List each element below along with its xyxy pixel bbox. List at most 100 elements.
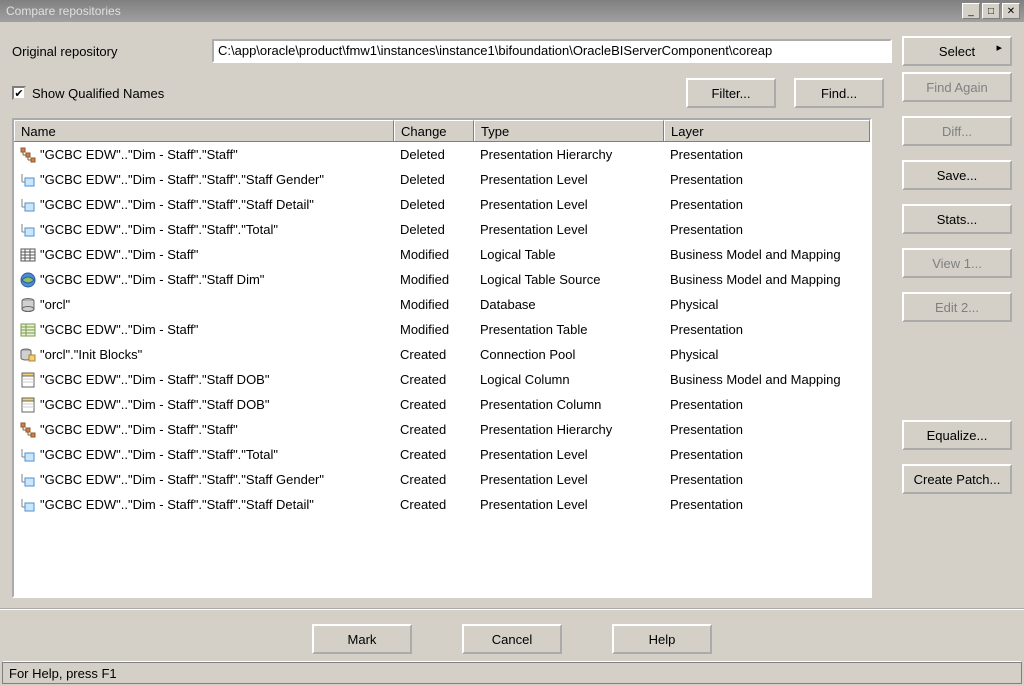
table-row[interactable]: "GCBC EDW".."Dim - Staff"ModifiedPresent… bbox=[14, 317, 870, 342]
row-name: "GCBC EDW".."Dim - Staff" bbox=[40, 247, 198, 262]
row-change: Modified bbox=[394, 272, 474, 287]
mark-button[interactable]: Mark bbox=[312, 624, 412, 654]
original-repository-label: Original repository bbox=[12, 44, 202, 59]
cancel-button[interactable]: Cancel bbox=[462, 624, 562, 654]
row-change: Deleted bbox=[394, 222, 474, 237]
row-change: Deleted bbox=[394, 147, 474, 162]
row-name: "orcl" bbox=[40, 297, 70, 312]
save-button[interactable]: Save... bbox=[902, 160, 1012, 190]
row-layer: Presentation bbox=[664, 322, 870, 337]
row-name: "GCBC EDW".."Dim - Staff"."Staff"."Staff… bbox=[40, 497, 314, 512]
row-change: Created bbox=[394, 422, 474, 437]
row-layer: Business Model and Mapping bbox=[664, 272, 870, 287]
level-icon bbox=[20, 222, 36, 238]
row-name: "GCBC EDW".."Dim - Staff" bbox=[40, 322, 198, 337]
row-type: Presentation Level bbox=[474, 197, 664, 212]
level-icon bbox=[20, 472, 36, 488]
table-row[interactable]: "GCBC EDW".."Dim - Staff"."Staff"."Staff… bbox=[14, 192, 870, 217]
table-row[interactable]: "GCBC EDW".."Dim - Staff"."Staff"."Total… bbox=[14, 217, 870, 242]
row-type: Presentation Level bbox=[474, 472, 664, 487]
maximize-button[interactable]: □ bbox=[982, 3, 1000, 19]
hierarchy-icon bbox=[20, 147, 36, 163]
view1-button: View 1... bbox=[902, 248, 1012, 278]
table-row[interactable]: "orcl"ModifiedDatabasePhysical bbox=[14, 292, 870, 317]
minimize-button[interactable]: _ bbox=[962, 3, 980, 19]
row-layer: Presentation bbox=[664, 472, 870, 487]
row-layer: Business Model and Mapping bbox=[664, 247, 870, 262]
level-icon bbox=[20, 447, 36, 463]
row-type: Logical Column bbox=[474, 372, 664, 387]
grid-body[interactable]: "GCBC EDW".."Dim - Staff"."Staff" Deleted… bbox=[14, 142, 870, 596]
original-repository-path[interactable]: C:\app\oracle\product\fmw1\instances\ins… bbox=[212, 39, 892, 63]
table-row[interactable]: "GCBC EDW".."Dim - Staff"."Staff"."Staff… bbox=[14, 492, 870, 517]
table-row[interactable]: "GCBC EDW".."Dim - Staff"."Staff" Deleted… bbox=[14, 142, 870, 167]
hierarchy-icon bbox=[20, 422, 36, 438]
table-row[interactable]: "GCBC EDW".."Dim - Staff"."Staff DOB"Cre… bbox=[14, 392, 870, 417]
row-layer: Presentation bbox=[664, 222, 870, 237]
select-button[interactable]: Select bbox=[902, 36, 1012, 66]
titlebar: Compare repositories _ □ ✕ bbox=[0, 0, 1024, 22]
help-button[interactable]: Help bbox=[612, 624, 712, 654]
row-change: Created bbox=[394, 497, 474, 512]
row-type: Presentation Column bbox=[474, 397, 664, 412]
row-change: Created bbox=[394, 472, 474, 487]
status-bar: For Help, press F1 bbox=[2, 662, 1022, 684]
row-change: Deleted bbox=[394, 172, 474, 187]
table-row[interactable]: "GCBC EDW".."Dim - Staff"."Staff"."Staff… bbox=[14, 167, 870, 192]
row-layer: Presentation bbox=[664, 197, 870, 212]
row-name: "GCBC EDW".."Dim - Staff"."Staff" bbox=[40, 147, 238, 162]
filter-button[interactable]: Filter... bbox=[686, 78, 776, 108]
row-type: Presentation Level bbox=[474, 447, 664, 462]
row-layer: Presentation bbox=[664, 447, 870, 462]
row-layer: Physical bbox=[664, 347, 870, 362]
row-type: Presentation Level bbox=[474, 172, 664, 187]
column-header-change[interactable]: Change bbox=[394, 120, 474, 141]
ptable-icon bbox=[20, 322, 36, 338]
pool-icon bbox=[20, 347, 36, 363]
column-header-type[interactable]: Type bbox=[474, 120, 664, 141]
source-icon bbox=[20, 272, 36, 288]
table-row[interactable]: "orcl"."Init Blocks"CreatedConnection Po… bbox=[14, 342, 870, 367]
row-name: "orcl"."Init Blocks" bbox=[40, 347, 142, 362]
dialog-buttons: Mark Cancel Help bbox=[0, 608, 1024, 658]
grid-header: Name Change Type Layer bbox=[14, 120, 870, 142]
table-row[interactable]: "GCBC EDW".."Dim - Staff"."Staff DOB" Cre… bbox=[14, 367, 870, 392]
edit2-button: Edit 2... bbox=[902, 292, 1012, 322]
row-change: Created bbox=[394, 372, 474, 387]
diff-button: Diff... bbox=[902, 116, 1012, 146]
row-name: "GCBC EDW".."Dim - Staff"."Staff DOB" bbox=[40, 372, 269, 387]
results-grid: Name Change Type Layer "GCBC EDW".."Dim … bbox=[12, 118, 872, 598]
equalize-button[interactable]: Equalize... bbox=[902, 420, 1012, 450]
row-type: Presentation Level bbox=[474, 497, 664, 512]
row-type: Database bbox=[474, 297, 664, 312]
column-icon bbox=[20, 397, 36, 413]
table-row[interactable]: "GCBC EDW".."Dim - Staff"."Staff"."Staff… bbox=[14, 467, 870, 492]
create-patch-button[interactable]: Create Patch... bbox=[902, 464, 1012, 494]
row-change: Created bbox=[394, 397, 474, 412]
row-type: Presentation Level bbox=[474, 222, 664, 237]
column-header-layer[interactable]: Layer bbox=[664, 120, 870, 141]
row-change: Modified bbox=[394, 247, 474, 262]
table-row[interactable]: "GCBC EDW".."Dim - Staff"."Staff Dim"Mod… bbox=[14, 267, 870, 292]
row-name: "GCBC EDW".."Dim - Staff"."Staff"."Total… bbox=[40, 222, 278, 237]
table-row[interactable]: "GCBC EDW".."Dim - Staff"ModifiedLogical… bbox=[14, 242, 870, 267]
close-button[interactable]: ✕ bbox=[1002, 3, 1020, 19]
row-name: "GCBC EDW".."Dim - Staff"."Staff"."Staff… bbox=[40, 197, 314, 212]
row-layer: Business Model and Mapping bbox=[664, 372, 870, 387]
level-icon bbox=[20, 197, 36, 213]
level-icon bbox=[20, 172, 36, 188]
find-button[interactable]: Find... bbox=[794, 78, 884, 108]
row-name: "GCBC EDW".."Dim - Staff"."Staff"."Total… bbox=[40, 447, 278, 462]
row-change: Modified bbox=[394, 297, 474, 312]
database-icon bbox=[20, 297, 36, 313]
row-type: Presentation Hierarchy bbox=[474, 147, 664, 162]
show-qualified-checkbox[interactable]: ✔ bbox=[12, 86, 26, 100]
row-type: Presentation Table bbox=[474, 322, 664, 337]
column-icon bbox=[20, 372, 36, 388]
stats-button[interactable]: Stats... bbox=[902, 204, 1012, 234]
find-again-button: Find Again bbox=[902, 72, 1012, 102]
table-row[interactable]: "GCBC EDW".."Dim - Staff"."Staff"."Total… bbox=[14, 442, 870, 467]
window-title: Compare repositories bbox=[4, 4, 962, 18]
table-row[interactable]: "GCBC EDW".."Dim - Staff"."Staff"Created… bbox=[14, 417, 870, 442]
column-header-name[interactable]: Name bbox=[14, 120, 394, 141]
